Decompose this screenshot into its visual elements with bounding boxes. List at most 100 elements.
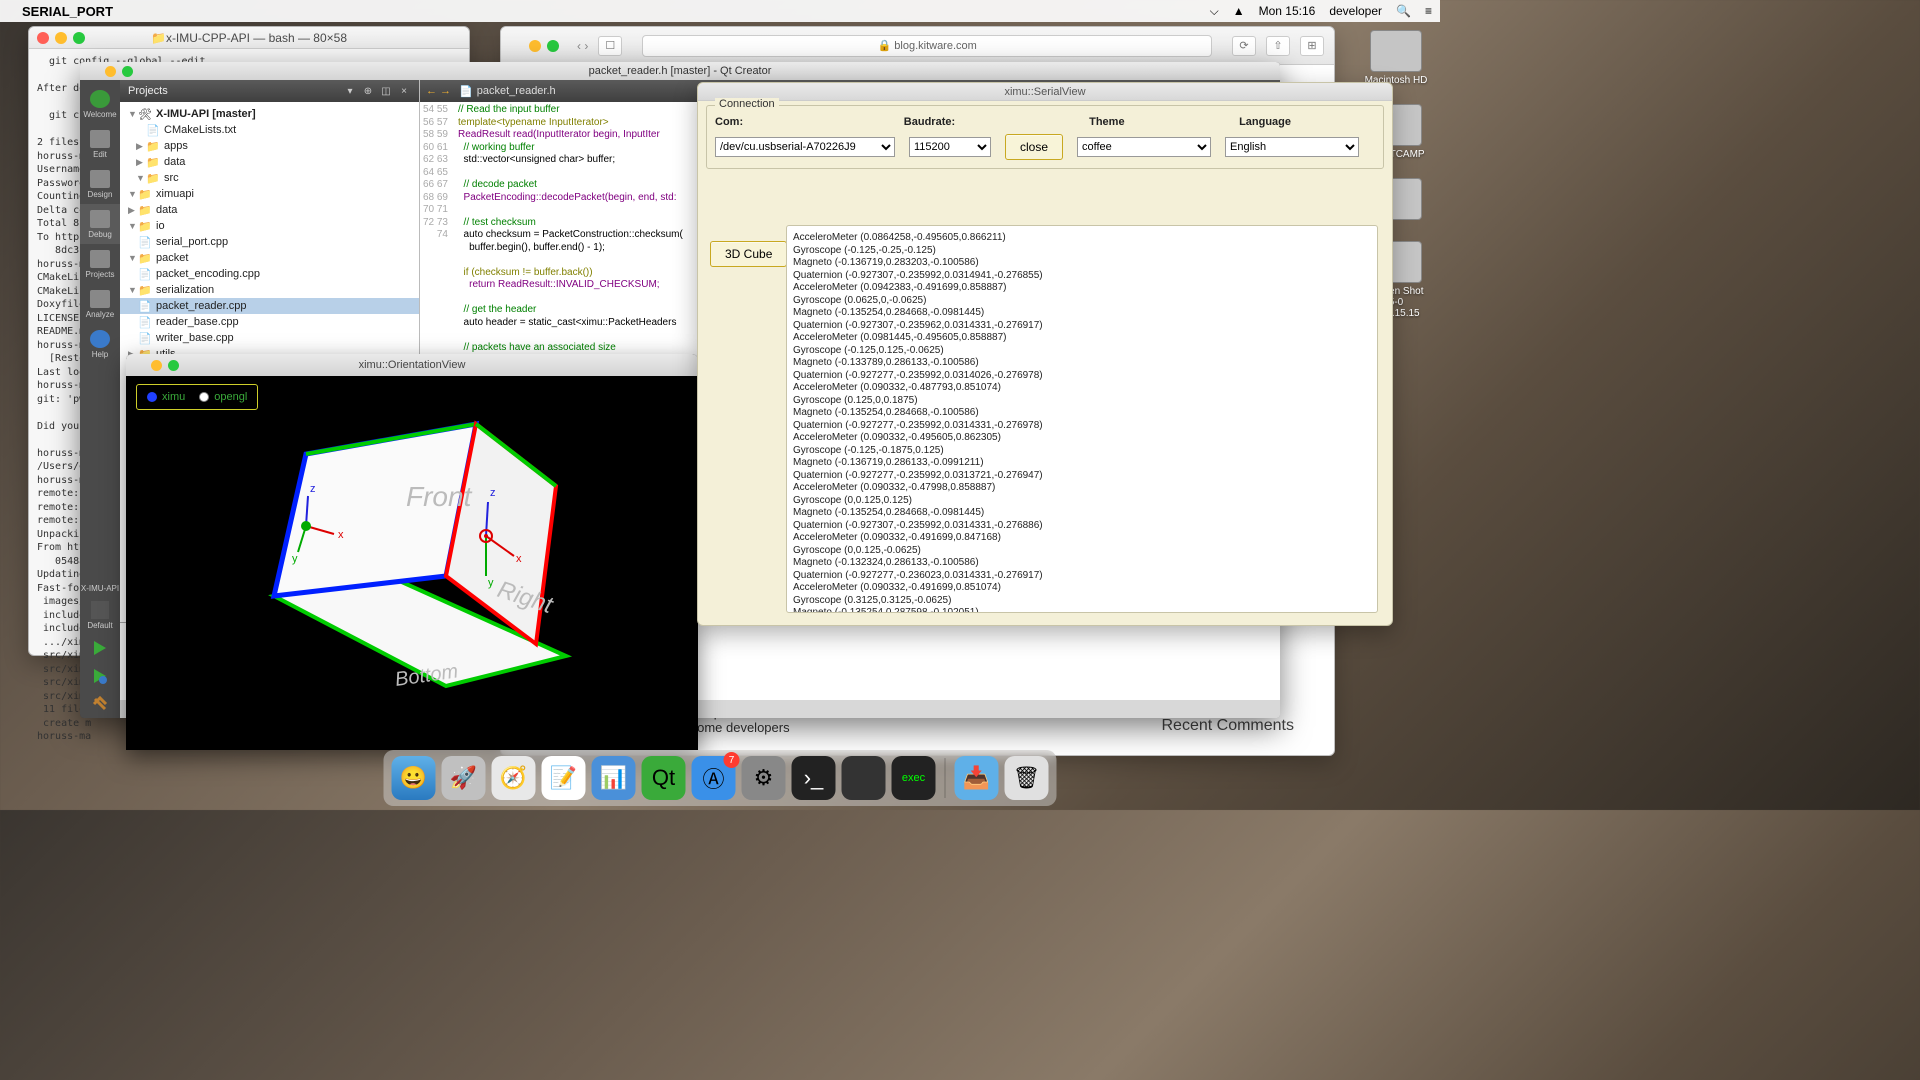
zoom-icon[interactable] [547,40,559,52]
close-button[interactable]: close [1005,134,1063,160]
tree-folder[interactable]: ▼📁src [120,170,419,186]
orientation-titlebar: ximu::OrientationView [126,354,698,376]
group-label: Connection [715,98,779,110]
url-bar[interactable]: 🔒 blog.kitware.com [642,35,1212,57]
cube3d-button[interactable]: 3D Cube [710,241,787,267]
minimize-icon[interactable] [529,40,541,52]
svg-text:z: z [490,487,496,499]
close-icon[interactable] [37,32,49,44]
share-button[interactable]: ⇧ [1266,36,1290,56]
svg-text:y: y [292,553,298,565]
tree-folder[interactable]: ▼📁serialization [120,282,419,298]
app-name[interactable]: SERIAL_PORT [22,4,113,19]
dock-finder[interactable]: 😀 [392,756,436,800]
dock-launchpad[interactable]: 🚀 [442,756,486,800]
com-select[interactable]: /dev/cu.usbserial-A70226J9 [715,137,895,157]
minimize-icon[interactable] [55,32,67,44]
tree-file[interactable]: 📄writer_base.cpp [120,330,419,346]
help-icon [90,330,110,348]
terminal-title: x-IMU-CPP-API — bash — 80×58 [166,31,347,45]
tree-file[interactable]: 📄packet_reader.cpp [120,298,419,314]
tree-folder[interactable]: ▶📁apps [120,138,419,154]
zoom-icon[interactable] [73,32,85,44]
dock-qt[interactable]: Qt [642,756,686,800]
tree-file[interactable]: 📄serial_port.cpp [120,234,419,250]
spotlight-icon[interactable]: 🔍 [1396,4,1411,18]
dock-keynote[interactable]: 📊 [592,756,636,800]
tree-file[interactable]: 📄CMakeLists.txt [120,122,419,138]
mode-sidebar: Welcome Edit Design Debug Projects Analy… [80,80,120,718]
minimize-icon[interactable] [151,360,162,371]
serial-log[interactable]: AcceleroMeter (0.0864258,-0.495605,0.866… [786,225,1378,613]
history-nav[interactable]: ← → [426,85,451,97]
mode-analyze[interactable]: Analyze [80,284,120,324]
battery-icon[interactable]: ▲ [1233,4,1245,18]
dock-safari[interactable]: 🧭 [492,756,536,800]
close-icon[interactable] [134,360,145,371]
face-label-front: Front [406,481,473,512]
minimize-icon[interactable] [105,66,116,77]
tree-folder[interactable]: ▶📁data [120,154,419,170]
sync-icon[interactable]: ⊕ [361,84,375,98]
open-file-name[interactable]: 📄 packet_reader.h [459,85,556,98]
mode-help[interactable]: Help [80,324,120,364]
reload-button[interactable]: ⟳ [1232,36,1256,56]
clock[interactable]: Mon 15:16 [1259,4,1316,18]
sidebar-button[interactable]: ☐ [598,36,622,56]
filter-icon[interactable]: ▾ [343,84,357,98]
safari-toolbar: ‹ › ☐ 🔒 blog.kitware.com ⟳ ⇧ ⊞ [501,27,1334,65]
lang-select[interactable]: English [1225,137,1359,157]
tree-folder[interactable]: ▶📁data [120,202,419,218]
mode-welcome[interactable]: Welcome [80,84,120,124]
tree-folder[interactable]: ▼📁io [120,218,419,234]
mode-debug[interactable]: Debug [80,204,120,244]
close-icon[interactable] [511,40,523,52]
tree-folder[interactable]: ▼📁ximuapi [120,186,419,202]
dock-terminal[interactable]: ›_ [792,756,836,800]
build-button[interactable] [80,690,120,718]
debug-button[interactable] [80,662,120,690]
mode-edit[interactable]: Edit [80,124,120,164]
analyze-icon [90,290,110,308]
wifi-icon[interactable]: ⌵ [1210,4,1219,19]
folder-icon: 📁 [151,31,166,45]
dock: 😀 🚀 🧭 📝 📊 Qt Ⓐ7 ⚙ ›_ exec 📥 🗑 [384,750,1057,806]
edit-icon [90,130,110,148]
monitor-icon [91,601,109,619]
dock-downloads[interactable]: 📥 [955,756,999,800]
tabs-button[interactable]: ⊞ [1300,36,1324,56]
baud-select[interactable]: 115200 [909,137,991,157]
dock-exec[interactable]: exec [892,756,936,800]
zoom-icon[interactable] [122,66,133,77]
user-name[interactable]: developer [1329,4,1382,18]
tree-file[interactable]: 📄reader_base.cpp [120,314,419,330]
tree-file[interactable]: 📄packet_encoding.cpp [120,266,419,282]
serialview-titlebar: ximu::SerialView [698,83,1392,101]
desktop-icon[interactable]: Macintosh HD [1364,30,1428,86]
dock-preferences[interactable]: ⚙ [742,756,786,800]
dock-appstore[interactable]: Ⓐ7 [692,756,736,800]
mode-projects[interactable]: Projects [80,244,120,284]
dock-separator [945,758,946,798]
split-icon[interactable]: ◫ [379,84,393,98]
mode-design[interactable]: Design [80,164,120,204]
tree-folder[interactable]: ▼📁packet [120,250,419,266]
run-button[interactable] [80,634,120,662]
close-panel-icon[interactable]: × [397,84,411,98]
theme-select[interactable]: coffee [1077,137,1211,157]
zoom-icon[interactable] [168,360,179,371]
kit-selector[interactable]: X-IMU-API [81,580,119,597]
tree-root[interactable]: ▼🛠X-IMU-API [master] [120,106,419,122]
qt-icon [90,90,110,108]
notification-center-icon[interactable]: ≡ [1425,4,1432,18]
dock-app[interactable] [842,756,886,800]
cube-render[interactable]: x y z x y z Front Right Bottom [126,376,698,750]
window-title: packet_reader.h [master] - Qt Creator [589,65,772,77]
theme-label: Theme [1089,116,1225,128]
nav-buttons[interactable]: ‹ › [577,39,588,53]
build-config[interactable]: Default [87,597,112,634]
dock-notes[interactable]: 📝 [542,756,586,800]
bug-icon [90,210,110,228]
close-icon[interactable] [88,66,99,77]
dock-trash[interactable]: 🗑 [1005,756,1049,800]
